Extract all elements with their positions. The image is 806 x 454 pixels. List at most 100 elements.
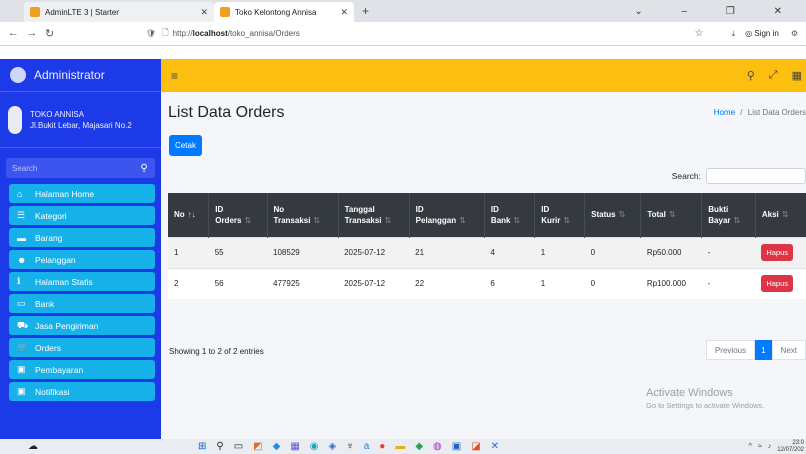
- column-header[interactable]: No Transaksi ⇅: [267, 193, 339, 237]
- app-icon[interactable]: ◆: [273, 441, 281, 452]
- orders-table: No ↑↓ ID Orders ⇅ No Transaksi ⇅ Tanggal Transaks…: [168, 193, 806, 299]
- start-icon[interactable]: ⊞: [198, 441, 206, 452]
- column-header-line1: ID: [541, 204, 550, 214]
- sidebar-item-orders[interactable]: 🛒 Orders: [9, 338, 155, 357]
- search-icon[interactable]: ⚲: [133, 158, 155, 178]
- sidebar-item-pembayaran[interactable]: ▣ Pembayaran: [9, 360, 155, 379]
- sort-arrows-icon: ↑↓: [187, 210, 196, 220]
- column-header[interactable]: ID Pelanggan ⇅: [409, 193, 485, 237]
- column-header-line2: Pelanggan: [415, 215, 457, 225]
- sign-in-button[interactable]: ◎ Sign in: [745, 29, 779, 38]
- app-icon[interactable]: ♆: [346, 441, 354, 452]
- column-header[interactable]: Total ⇅: [640, 193, 703, 237]
- folder-icon[interactable]: ▬: [395, 441, 405, 452]
- user-panel[interactable]: TOKO ANNISA Jl.Bukit Lebar, Majasari No.…: [0, 92, 161, 148]
- column-header[interactable]: ID Bank ⇅: [484, 193, 536, 237]
- column-header[interactable]: Status ⇅: [584, 193, 642, 237]
- extensions-icon[interactable]: ⚙: [791, 29, 798, 38]
- back-icon[interactable]: ←: [8, 27, 19, 40]
- app-icon[interactable]: ◪: [471, 441, 480, 452]
- column-header[interactable]: ID Kurir ⇅: [534, 193, 586, 237]
- pagination: Previous 1 Next: [705, 340, 806, 360]
- sidebar-item-barang[interactable]: ▬ Barang: [9, 228, 155, 247]
- sort-arrows-icon: ⇅: [313, 215, 321, 225]
- brand-link[interactable]: Administrator: [0, 59, 161, 92]
- table-search-input[interactable]: [706, 168, 806, 184]
- sidebar-item-kategori[interactable]: ☰ Kategori: [9, 206, 155, 225]
- column-header-line1: Tanggal: [344, 204, 375, 214]
- brand-text: Administrator: [34, 68, 105, 82]
- wifi-icon[interactable]: ≈: [758, 443, 762, 450]
- app-icon[interactable]: ◈: [329, 441, 337, 452]
- sidebar-item-pelanggan[interactable]: ☻ Pelanggan: [9, 250, 155, 269]
- app-icon[interactable]: ◆: [415, 441, 423, 452]
- sidebar-search: ⚲: [6, 158, 155, 178]
- column-header-line2: Orders: [215, 215, 242, 225]
- vscode-icon[interactable]: ✕: [491, 441, 499, 452]
- column-header[interactable]: No ↑↓: [168, 193, 210, 237]
- browser-tab-bar: AdminLTE 3 | Starter ✕ Toko Kelontong An…: [0, 0, 806, 22]
- fullscreen-icon[interactable]: ⤢: [769, 69, 778, 82]
- column-header[interactable]: Aksi ⇅: [755, 193, 806, 237]
- search-icon[interactable]: ⚲: [747, 69, 755, 82]
- table-cell: Rp50.000: [640, 236, 702, 268]
- sort-arrows-icon: ⇅: [618, 210, 626, 220]
- activate-windows-watermark: Activate Windows Go to Settings to activ…: [646, 387, 764, 410]
- volume-icon[interactable]: ♪: [768, 443, 772, 450]
- column-header[interactable]: ID Orders ⇅: [208, 193, 268, 237]
- download-icon[interactable]: ⤓: [732, 29, 736, 39]
- sidebar-item-halaman-statis[interactable]: ℹ Halaman Statis: [9, 272, 155, 291]
- table-cell: 22: [409, 267, 485, 299]
- close-tab-icon[interactable]: ✕: [340, 7, 348, 18]
- hapus-button[interactable]: Hapus: [761, 275, 794, 293]
- url-field[interactable]: 🛡 🗋 http://localhost/toko_annisa/Orders: [146, 27, 300, 41]
- column-header-line1: ID: [415, 204, 424, 214]
- sidebar-item-label: Pembayaran: [35, 364, 84, 375]
- app-icon[interactable]: a: [364, 441, 370, 452]
- browser-tab-adminlte[interactable]: AdminLTE 3 | Starter ✕: [24, 2, 214, 22]
- browser-tab-toko[interactable]: Toko Kelontong Annisa ✕: [214, 2, 354, 22]
- home-icon: ⌂: [17, 188, 23, 199]
- task-view-icon[interactable]: ▭: [234, 441, 243, 452]
- sidebar-item-label: Jasa Pengiriman: [35, 320, 99, 331]
- grid-icon[interactable]: ▦: [792, 69, 802, 82]
- hamburger-menu-icon[interactable]: ≡: [171, 69, 178, 83]
- cetak-button[interactable]: Cetak: [169, 135, 202, 156]
- sort-arrows-icon: ⇅: [244, 215, 252, 225]
- app-icon[interactable]: ◩: [253, 441, 262, 452]
- reload-icon[interactable]: ↻: [45, 27, 54, 40]
- breadcrumb-home-link[interactable]: Home: [714, 108, 735, 117]
- column-header-line1: ID: [490, 204, 499, 214]
- app-icon[interactable]: ●: [379, 441, 385, 452]
- favicon-icon: [30, 7, 40, 17]
- hapus-button[interactable]: Hapus: [761, 244, 794, 261]
- bookmark-star-icon[interactable]: ☆: [695, 28, 704, 39]
- column-header[interactable]: Bukti Bayar ⇅: [701, 193, 756, 237]
- sidebar-item-jasa-pengiriman[interactable]: ⛟ Jasa Pengiriman: [9, 316, 155, 335]
- new-tab-icon[interactable]: +: [362, 4, 369, 18]
- sidebar-item-bank[interactable]: ▭ Bank: [9, 294, 155, 313]
- pagination-page-1[interactable]: 1: [755, 340, 772, 360]
- app-icon[interactable]: ▣: [452, 441, 461, 452]
- column-header[interactable]: Tanggal Transaksi ⇅: [338, 193, 410, 237]
- close-tab-icon[interactable]: ✕: [200, 7, 208, 18]
- tray-chevron-icon[interactable]: ^: [749, 443, 752, 450]
- search-icon[interactable]: ⚲: [216, 441, 223, 452]
- sidebar-item-notifikasi[interactable]: ▣ Notifikasi: [9, 382, 155, 401]
- forward-icon[interactable]: →: [26, 27, 37, 40]
- sort-arrows-icon: ⇅: [668, 210, 676, 220]
- app-icon[interactable]: ▦: [290, 441, 299, 452]
- column-header-line1: Aksi: [761, 210, 779, 220]
- sidebar-search-input[interactable]: [6, 158, 133, 178]
- weather-icon[interactable]: ☁: [28, 441, 38, 452]
- sidebar-item-label: Halaman Home: [35, 188, 95, 199]
- sidebar-item-halaman-home[interactable]: ⌂ Halaman Home: [9, 184, 155, 203]
- pagination-previous[interactable]: Previous: [705, 340, 756, 360]
- column-header-line1: No: [273, 204, 285, 214]
- edge-icon[interactable]: ◉: [310, 441, 319, 452]
- tab-title: AdminLTE 3 | Starter: [45, 7, 119, 17]
- table-cell: -: [701, 267, 756, 299]
- pagination-next[interactable]: Next: [771, 340, 806, 360]
- chrome-icon[interactable]: ◍: [433, 441, 442, 452]
- window-controls[interactable]: ⌄ – ❐ ✕: [634, 6, 800, 17]
